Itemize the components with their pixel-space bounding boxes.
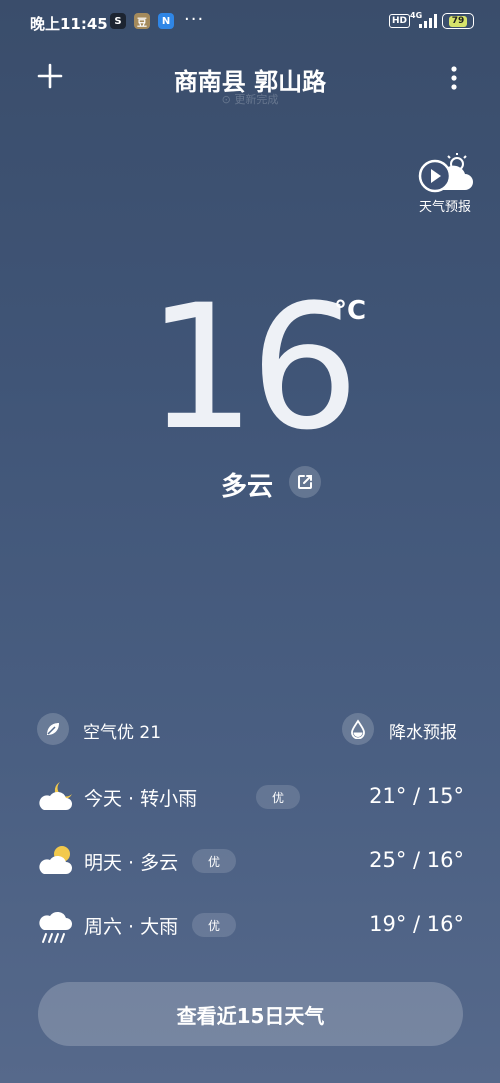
aqi-badge: 优: [192, 913, 236, 937]
daily-row-tomorrow[interactable]: 明天 · 多云 优 25° / 16°: [0, 836, 500, 886]
view-15-day-button[interactable]: 查看近15日天气: [38, 982, 463, 1046]
update-status: ⊙ 更新完成: [221, 93, 279, 106]
heavy-rain-icon: [39, 911, 72, 943]
drop-icon: [351, 719, 365, 739]
weather-forecast-label: 天气预报: [418, 200, 471, 215]
aqi-badge: 优: [256, 785, 300, 809]
play-weather-icon: [418, 153, 473, 193]
aqi-badge: 优: [192, 849, 236, 873]
battery-level: 79: [448, 15, 468, 27]
view-15-day-label: 查看近15日天气: [176, 1003, 325, 1028]
daily-row-today[interactable]: 今天 · 转小雨 优 21° / 15°: [0, 772, 500, 822]
battery-icon: 79: [442, 13, 474, 29]
weather-forecast-button[interactable]: 天气预报: [414, 152, 476, 215]
daily-temps: 21° / 15°: [369, 784, 464, 808]
edit-icon: [298, 475, 312, 489]
sun-cloud-icon: [39, 846, 72, 874]
daily-temps: 25° / 16°: [369, 848, 464, 872]
precipitation-button[interactable]: [342, 713, 374, 745]
temperature-unit: °C: [334, 296, 367, 326]
daily-label: 周六 · 大雨: [84, 916, 179, 938]
daily-row-saturday[interactable]: 周六 · 大雨 优 19° / 16°: [0, 900, 500, 950]
status-time: 晚上11:45: [30, 15, 108, 33]
leaf-icon: [47, 723, 59, 735]
daily-temps: 19° / 16°: [369, 912, 464, 936]
air-quality-label[interactable]: 空气优 21: [83, 718, 161, 743]
daily-label: 明天 · 多云: [84, 852, 179, 874]
more-notifications-icon: ···: [184, 9, 205, 30]
app-notification-icon: N: [158, 13, 174, 29]
app-notification-icon: S: [110, 13, 126, 29]
air-quality-button[interactable]: [37, 713, 69, 745]
daily-label: 今天 · 转小雨: [84, 788, 198, 810]
app-notification-icon: 豆: [134, 13, 150, 29]
signal-icon: [419, 14, 437, 28]
current-temperature: 16: [146, 267, 360, 468]
status-bar: 晚上11:45 S 豆 N ··· HD 4G 79: [0, 0, 500, 44]
weather-condition: 多云: [221, 472, 274, 502]
more-vertical-icon[interactable]: [444, 64, 464, 92]
moon-cloud-icon: [39, 782, 72, 810]
share-edit-button[interactable]: [289, 466, 321, 498]
hd-icon: HD: [389, 14, 411, 28]
precipitation-label[interactable]: 降水预报: [389, 718, 457, 743]
